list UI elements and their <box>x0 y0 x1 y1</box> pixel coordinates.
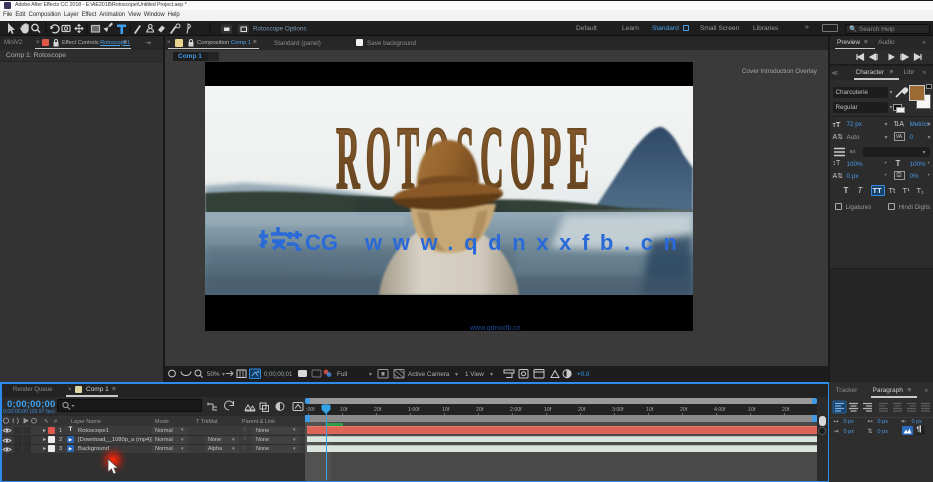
svg-text:1:00f: 1:00f <box>408 407 420 413</box>
svg-text:▾: ▾ <box>222 372 225 378</box>
svg-text:Parent & Link: Parent & Link <box>242 419 275 425</box>
svg-text:4:00f: 4:00f <box>714 407 726 413</box>
svg-text:0;00;00;01: 0;00;00;01 <box>264 372 293 378</box>
svg-text:10f: 10f <box>442 407 450 413</box>
svg-text:10f: 10f <box>646 407 654 413</box>
svg-text:Rotoscope Options: Rotoscope Options <box>253 26 307 33</box>
svg-text:#: # <box>54 419 58 425</box>
svg-text:1 View: 1 View <box>465 371 484 378</box>
svg-text:Full: Full <box>337 371 347 378</box>
svg-text::00f: :00f <box>306 407 315 413</box>
svg-text:▾: ▾ <box>369 372 372 378</box>
svg-text:T TrkMat: T TrkMat <box>196 419 218 425</box>
svg-text:10f: 10f <box>544 407 552 413</box>
svg-text:20f: 20f <box>476 407 484 413</box>
svg-text:50%: 50% <box>207 371 220 378</box>
svg-text:3:00f: 3:00f <box>612 407 624 413</box>
svg-text:Layer Name: Layer Name <box>71 419 101 425</box>
svg-text:20f: 20f <box>578 407 586 413</box>
svg-text:▾: ▾ <box>455 372 458 378</box>
svg-text:✎: ✎ <box>44 418 49 425</box>
svg-text:10f: 10f <box>748 407 756 413</box>
svg-text:▾: ▾ <box>490 372 493 378</box>
svg-text:20f: 20f <box>782 407 790 413</box>
svg-text:10f: 10f <box>340 407 348 413</box>
svg-text:2:00f: 2:00f <box>510 407 522 413</box>
svg-text:CG: CG <box>305 230 338 255</box>
svg-text:Mode: Mode <box>155 419 169 425</box>
svg-text:20f: 20f <box>374 407 382 413</box>
svg-text:+0.0: +0.0 <box>577 371 590 378</box>
svg-text:Active Camera: Active Camera <box>408 371 450 378</box>
svg-text:www.qdnxxfb.cn: www.qdnxxfb.cn <box>469 325 521 331</box>
svg-text:20f: 20f <box>680 407 688 413</box>
